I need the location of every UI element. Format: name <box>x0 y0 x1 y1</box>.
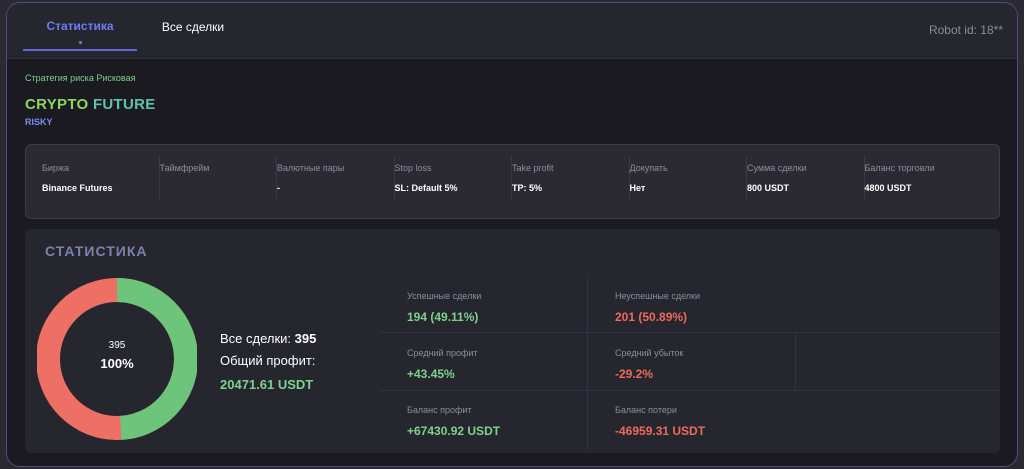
total-deals-value: 395 <box>294 331 317 346</box>
total-profit-label: Общий профит: <box>220 353 316 368</box>
param-value: 4800 USDT <box>864 183 912 193</box>
donut-center-count: 395 <box>108 340 126 351</box>
stat-label: Баланс профит <box>407 405 472 415</box>
param-label: Take profit <box>512 163 554 173</box>
top-navigation: Статистика Все сделки Robot id: 18** <box>7 3 1017 59</box>
robot-title-part1: CRYPTO <box>25 96 89 113</box>
stat-label: Баланс потери <box>615 405 677 415</box>
param-label: Биржа <box>42 163 69 173</box>
stat-label: Средний профит <box>407 348 478 358</box>
app-window: Статистика Все сделки Robot id: 18** Стр… <box>6 2 1018 467</box>
param-exchange: Биржа Binance Futures <box>42 157 160 201</box>
stat-average-profit: Средний профит +43.45% <box>379 332 587 389</box>
param-value: Binance Futures <box>42 183 113 193</box>
stat-value: -46959.31 USDT <box>615 424 706 438</box>
grid-divider <box>795 333 796 391</box>
statistics-grid: Успешные сделки 194 (49.11%) Неуспешные … <box>379 275 999 449</box>
parameters-panel: Биржа Binance Futures Таймфрейм Валютные… <box>25 144 1000 219</box>
stat-label: Успешные сделки <box>407 291 482 301</box>
param-value: - <box>277 183 280 193</box>
param-value: 800 USDT <box>747 183 790 193</box>
tab-statistics-label: Статистика <box>46 19 114 33</box>
stat-value: +67430.92 USDT <box>407 424 501 438</box>
statistics-heading: СТАТИСТИКА <box>45 243 148 259</box>
param-value: Нет <box>629 183 646 193</box>
donut-center-percent: 100% <box>100 356 134 371</box>
stat-label: Средний убыток <box>615 348 684 358</box>
stat-balance-profit: Баланс профит +67430.92 USDT <box>379 389 587 446</box>
param-stop-loss: Stop loss SL: Default 5% <box>394 157 512 201</box>
param-currency-pairs: Валютные пары - <box>277 157 395 201</box>
total-profit-value: 20471.61 USDT <box>220 377 314 392</box>
tab-all-deals[interactable]: Все сделки <box>152 3 234 51</box>
param-label: Сумма сделки <box>747 163 807 173</box>
param-timeframe: Таймфрейм <box>159 157 277 201</box>
stat-value: 201 (50.89%) <box>615 310 688 324</box>
param-average-down: Докупать Нет <box>629 157 747 201</box>
stat-value: +43.45% <box>407 367 455 381</box>
param-value: SL: Default 5% <box>394 183 458 193</box>
param-trading-balance: Баланс торговли 4800 USDT <box>865 157 983 201</box>
param-label: Stop loss <box>394 163 432 173</box>
total-deals-label: Все сделки: <box>220 331 292 346</box>
stat-label: Неуспешные сделки <box>615 291 701 301</box>
risk-strategy-label: Стратегия риска Рисковая <box>25 73 136 83</box>
tab-all-deals-label: Все сделки <box>161 20 225 34</box>
param-label: Докупать <box>629 163 668 173</box>
active-tab-dot-icon <box>79 41 82 44</box>
stat-successful-deals: Успешные сделки 194 (49.11%) <box>379 275 587 332</box>
param-label: Баланс торговли <box>864 163 935 173</box>
param-label: Валютные пары <box>277 163 345 173</box>
robot-id: Robot id: 18** <box>928 23 1003 37</box>
robot-title: CRYPTO FUTURE <box>25 96 156 113</box>
stat-value: 194 (49.11%) <box>407 310 479 324</box>
statistics-card: СТАТИСТИКА 395 100% Все сделки: 395 Общи… <box>25 229 1000 453</box>
stat-value: -29.2% <box>615 367 654 381</box>
stat-balance-loss: Баланс потери -46959.31 USDT <box>587 389 795 446</box>
robot-title-part2: FUTURE <box>92 96 156 113</box>
total-deals-row: Все сделки: 395 <box>220 331 316 353</box>
param-deal-amount: Сумма сделки 800 USDT <box>747 157 865 201</box>
tab-statistics[interactable]: Статистика <box>23 3 137 51</box>
param-label: Таймфрейм <box>159 163 210 173</box>
param-take-profit: Take profit TP: 5% <box>512 157 630 201</box>
stat-average-loss: Средний убыток -29.2% <box>587 332 795 389</box>
totals-summary: Все сделки: 395 Общий профит: 20471.61 U… <box>220 331 316 392</box>
param-value: TP: 5% <box>512 183 543 193</box>
stat-failed-deals: Неуспешные сделки 201 (50.89%) <box>587 275 795 332</box>
robot-subtitle: RISKY <box>25 117 53 127</box>
